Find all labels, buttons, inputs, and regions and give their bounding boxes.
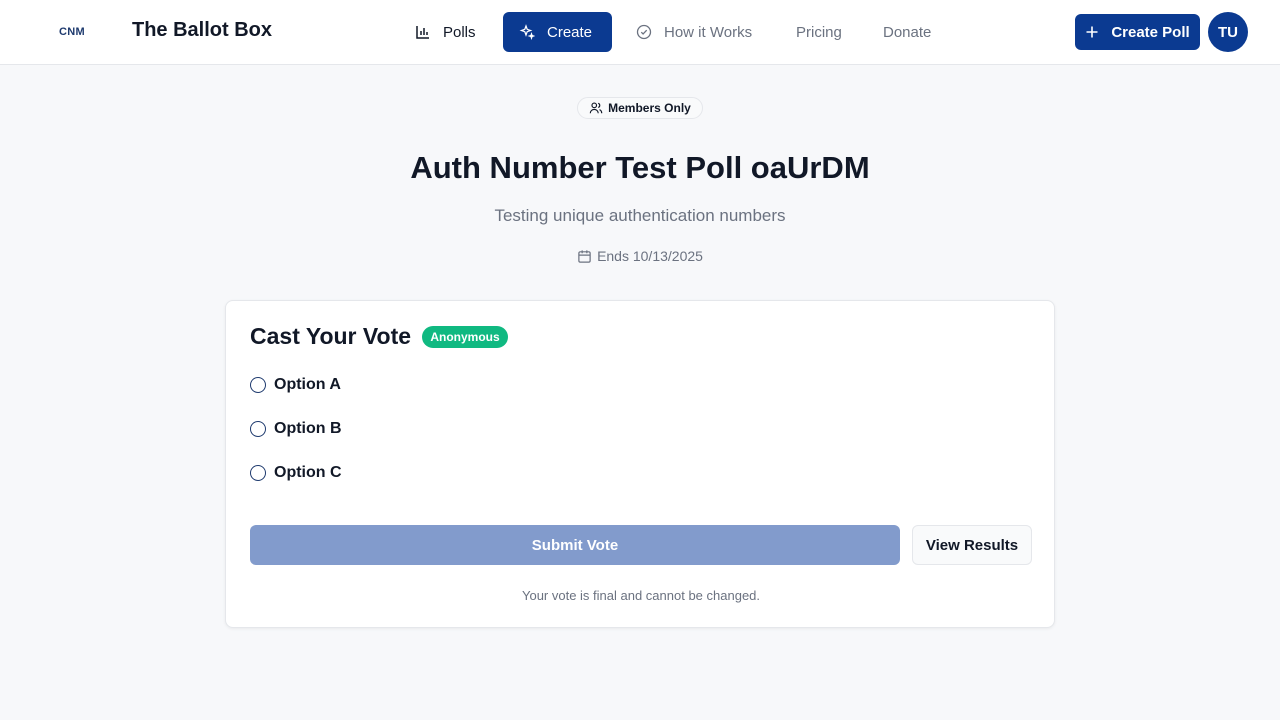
nav-how-it-works-label: How it Works <box>664 23 753 41</box>
vote-option-c[interactable]: Option C <box>250 461 342 485</box>
vote-option-b[interactable]: Option B <box>250 417 342 441</box>
nav-how-it-works[interactable]: How it Works <box>620 12 768 52</box>
nav-polls[interactable]: Polls <box>399 12 492 52</box>
radio-button[interactable] <box>250 421 266 437</box>
vote-card-title: Cast Your Vote <box>250 323 412 349</box>
nav-donate[interactable]: Donate <box>867 12 947 52</box>
vote-card: Cast Your Vote Anonymous Option A Option… <box>225 300 1055 628</box>
poll-end-date-label: Ends 10/13/2025 <box>597 248 703 264</box>
brand-name[interactable]: The Ballot Box <box>132 19 272 42</box>
top-navbar: CNM The Ballot Box Polls Create How it W… <box>0 0 1280 65</box>
logo[interactable]: CNM <box>40 12 104 52</box>
nav-create[interactable]: Create <box>503 12 612 52</box>
poll-subtitle: Testing unique authentication numbers <box>494 206 786 225</box>
radio-button[interactable] <box>250 377 266 393</box>
radio-button[interactable] <box>250 465 266 481</box>
option-label: Option A <box>274 376 341 393</box>
poll-end-date: Ends 10/13/2025 <box>0 248 1280 264</box>
nav-donate-label: Donate <box>883 23 932 41</box>
view-results-button[interactable]: View Results <box>912 525 1032 565</box>
nav-create-label: Create <box>547 23 593 41</box>
bar-chart-icon <box>416 26 429 39</box>
create-poll-button[interactable]: Create Poll <box>1075 14 1200 50</box>
nav-pricing-label: Pricing <box>796 23 842 41</box>
members-only-badge: Members Only <box>577 97 703 119</box>
check-circle-icon <box>636 24 652 40</box>
nav-polls-label: Polls <box>443 23 476 41</box>
anonymous-badge: Anonymous <box>422 326 508 348</box>
poll-title: Auth Number Test Poll oaUrDM <box>410 150 870 185</box>
members-only-label: Members Only <box>608 101 691 115</box>
plus-icon <box>1086 26 1098 38</box>
sparkles-icon <box>519 24 535 40</box>
vote-option-a[interactable]: Option A <box>250 373 341 397</box>
nav-pricing[interactable]: Pricing <box>780 12 858 52</box>
user-avatar[interactable]: TU <box>1208 12 1248 52</box>
calendar-icon <box>578 249 591 263</box>
option-label: Option C <box>274 464 342 481</box>
create-poll-label: Create Poll <box>1111 23 1190 41</box>
option-label: Option B <box>274 420 342 437</box>
users-icon <box>589 102 603 114</box>
vote-final-note: Your vote is final and cannot be changed… <box>521 588 761 603</box>
submit-vote-button[interactable]: Submit Vote <box>250 525 900 565</box>
